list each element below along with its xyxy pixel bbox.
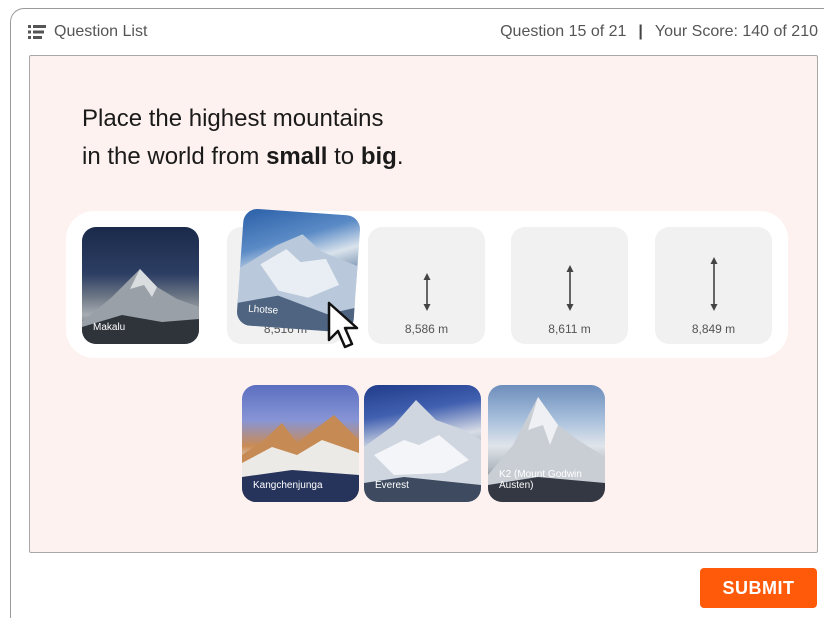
meta-separator: |	[638, 23, 643, 40]
mountain-card-kangchenjunga[interactable]: Kangchenjunga	[242, 385, 359, 502]
mountain-card-label: Kangchenjunga	[253, 480, 323, 491]
question-list-label: Question List	[54, 23, 148, 40]
question-word-to: to	[327, 143, 361, 170]
mountain-card-label: Makalu	[93, 322, 126, 333]
mountain-card-label: Everest	[375, 480, 409, 491]
mountain-card-k2[interactable]: K2 (Mount Godwin Austen)	[488, 385, 605, 502]
mountain-card-label: K2 (Mount Godwin Austen)	[499, 469, 582, 491]
question-line-2: in the world from small to big.	[82, 138, 602, 176]
drop-slot-4[interactable]: 8,611 m	[511, 227, 628, 344]
height-arrow-icon	[710, 257, 717, 311]
question-counter: Question 15 of 21	[500, 23, 627, 40]
question-line-1: Place the highest mountains	[82, 105, 384, 132]
mouse-pointer-icon	[327, 301, 359, 349]
height-arrow-icon	[566, 265, 573, 311]
slot-height-label: 8,611 m	[548, 322, 591, 336]
question-word-small: small	[266, 143, 328, 170]
question-line-2-start: in the world from	[82, 143, 267, 170]
submit-button[interactable]: SUBMIT	[700, 568, 817, 608]
score-display: Your Score: 140 of 210	[654, 23, 818, 40]
mountain-card-makalu[interactable]: Makalu	[82, 227, 199, 344]
question-text: Place the highest mountains in the world…	[82, 100, 602, 176]
question-word-big: big	[360, 143, 397, 170]
top-bar: Question List Question 15 of 21 | Your S…	[28, 20, 818, 44]
slot-height-label: 8,849 m	[691, 322, 736, 336]
mountain-card-everest[interactable]: Everest	[364, 385, 481, 502]
drop-slot-5[interactable]: 8,849 m	[655, 227, 772, 344]
height-arrow-icon	[423, 273, 430, 311]
question-line-2-end: .	[396, 143, 404, 170]
drop-slot-3[interactable]: 8,586 m	[368, 227, 485, 344]
list-icon	[28, 25, 46, 39]
slot-height-label: 8,586 m	[404, 322, 449, 336]
question-list-button[interactable]: Question List	[28, 23, 147, 41]
quiz-meta: Question 15 of 21 | Your Score: 140 of 2…	[500, 23, 818, 41]
